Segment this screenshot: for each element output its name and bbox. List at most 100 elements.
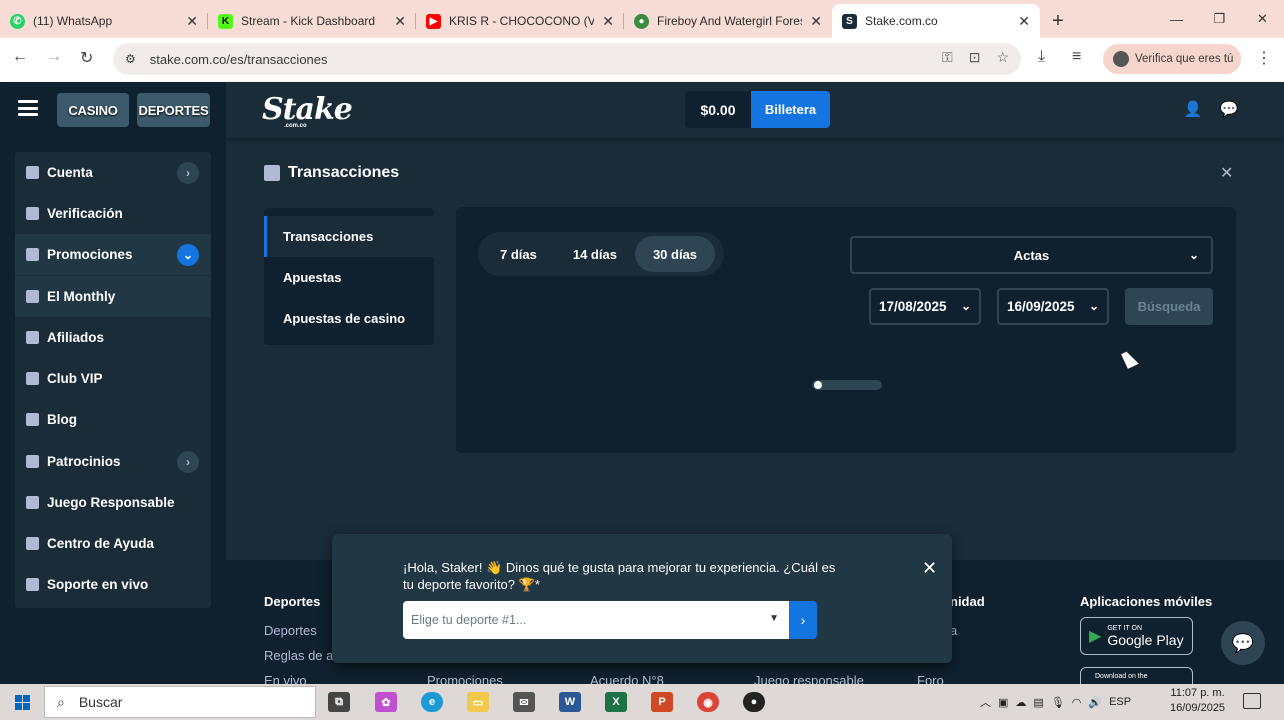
chevron-right-icon[interactable]: › bbox=[177, 162, 199, 184]
restore-icon[interactable]: ❐ bbox=[1198, 0, 1241, 38]
google-play-button[interactable]: ▶ GET IT ON Google Play bbox=[1080, 617, 1193, 655]
copilot-icon[interactable]: ✿ bbox=[375, 692, 397, 712]
user-icon[interactable]: 👤 bbox=[1184, 100, 1203, 118]
menu-dots-icon[interactable]: ⋮ bbox=[1256, 48, 1272, 68]
stake-logo[interactable]: Stake .com.co bbox=[262, 92, 353, 129]
mail-icon[interactable]: ✉ bbox=[513, 692, 535, 712]
tab-close-icon[interactable]: ✕ bbox=[394, 13, 406, 30]
date-to-picker[interactable]: 16/09/2025 ⌄ bbox=[997, 288, 1109, 325]
sidebar-header: CASINO DEPORTES bbox=[0, 82, 226, 138]
password-key-icon[interactable]: ⚿ bbox=[942, 49, 953, 66]
sidebar-item-centro-ayuda[interactable]: Centro de Ayuda bbox=[15, 523, 211, 564]
sidebar-item-soporte[interactable]: Soporte en vivo bbox=[15, 564, 211, 605]
sidebar-item-label: El Monthly bbox=[47, 289, 116, 304]
profile-verify-button[interactable]: Verifica que eres tú bbox=[1103, 44, 1241, 74]
sidebar-item-promociones[interactable]: Promociones ⌄ bbox=[15, 234, 211, 275]
excel-icon[interactable]: X bbox=[605, 692, 627, 712]
address-bar: ← → ↻ ⚙ stake.com.co/es/transacciones ⚿ … bbox=[0, 38, 1284, 82]
tab-stake[interactable]: S Stake.com.co ✕ bbox=[832, 4, 1040, 38]
download-icon[interactable]: ⤓ bbox=[1038, 48, 1045, 66]
sidebar-item-patrocinios[interactable]: Patrocinios › bbox=[15, 441, 211, 482]
tray-app-icon[interactable]: ▣ bbox=[998, 696, 1008, 709]
sidebar-item-label: Cuenta bbox=[47, 165, 93, 180]
filter-7-days[interactable]: 7 días bbox=[482, 236, 555, 272]
tab-fireboy[interactable]: ● Fireboy And Watergirl Fores ✕ bbox=[624, 4, 832, 38]
sidebar-item-club-vip[interactable]: Club VIP bbox=[15, 358, 211, 399]
task-view-icon[interactable]: ⧉ bbox=[328, 692, 350, 712]
sidebar-item-label: Promociones bbox=[47, 247, 133, 262]
submit-sport-button[interactable]: › bbox=[789, 601, 817, 639]
chrome-icon[interactable]: ◉ bbox=[697, 692, 719, 712]
media-queue-icon[interactable]: ≡ bbox=[1072, 48, 1081, 66]
date-from-picker[interactable]: 17/08/2025 ⌄ bbox=[869, 288, 981, 325]
transaction-type-select[interactable]: Actas ⌄ bbox=[850, 236, 1213, 274]
sidebar-item-afiliados[interactable]: Afiliados bbox=[15, 317, 211, 358]
onedrive-icon[interactable]: ☁ bbox=[1015, 696, 1026, 709]
tab-whatsapp[interactable]: ✆ (11) WhatsApp ✕ bbox=[0, 4, 208, 38]
tab-close-icon[interactable]: ✕ bbox=[186, 13, 198, 30]
sidebar-item-label: Juego Responsable bbox=[47, 495, 175, 510]
close-window-icon[interactable]: ✕ bbox=[1241, 0, 1284, 38]
submenu-apuestas[interactable]: Apuestas bbox=[264, 257, 434, 298]
network-icon[interactable]: ▤ bbox=[1033, 696, 1043, 709]
sidebar-item-juego-responsable[interactable]: Juego Responsable bbox=[15, 482, 211, 523]
microphone-icon[interactable]: 🎙 bbox=[1051, 696, 1065, 709]
tab-kick[interactable]: K Stream - Kick Dashboard ✕ bbox=[208, 4, 416, 38]
chevron-down-icon[interactable]: ⌄ bbox=[177, 244, 199, 266]
sports-button[interactable]: DEPORTES bbox=[137, 93, 210, 127]
tab-youtube[interactable]: ▶ KRIS R - CHOCOCONO (Vi ✕ bbox=[416, 4, 624, 38]
app-icon[interactable]: ● bbox=[743, 692, 765, 712]
casino-button[interactable]: CASINO bbox=[57, 93, 129, 127]
language-indicator[interactable]: ESP bbox=[1109, 696, 1131, 708]
bookmark-star-icon[interactable]: ☆ bbox=[996, 49, 1009, 66]
forward-icon[interactable]: → bbox=[46, 48, 62, 66]
submenu-apuestas-casino[interactable]: Apuestas de casino bbox=[264, 298, 434, 339]
chevron-up-icon[interactable]: ︿ bbox=[980, 694, 991, 710]
sidebar-item-verificacion[interactable]: Verificación bbox=[15, 193, 211, 234]
reload-icon[interactable]: ↻ bbox=[80, 48, 93, 68]
notification-icon[interactable] bbox=[1243, 693, 1261, 709]
filter-30-days[interactable]: 30 días bbox=[634, 236, 716, 272]
sport-select[interactable]: Elige tu deporte #1... ▼ bbox=[403, 601, 789, 639]
live-chat-button[interactable]: 💬 bbox=[1221, 621, 1265, 665]
tab-close-icon[interactable]: ✕ bbox=[1018, 13, 1030, 30]
footer-link[interactable]: Reglas de a bbox=[264, 648, 333, 663]
install-app-icon[interactable]: ⊡ bbox=[969, 49, 981, 66]
powerpoint-icon[interactable]: P bbox=[651, 692, 673, 712]
taskbar-search[interactable]: ⌕ Buscar bbox=[44, 686, 316, 718]
wifi-icon[interactable]: ◠ bbox=[1072, 696, 1082, 709]
word-icon[interactable]: W bbox=[559, 692, 581, 712]
chat-bubble-icon[interactable]: 💬 bbox=[1220, 100, 1239, 118]
balance-display[interactable]: $0.00 bbox=[685, 91, 751, 128]
submenu-transacciones[interactable]: Transacciones bbox=[264, 216, 434, 257]
wallet-button[interactable]: Billetera bbox=[751, 91, 830, 128]
sidebar-item-blog[interactable]: Blog bbox=[15, 399, 211, 440]
sport-select-placeholder: Elige tu deporte #1... bbox=[411, 613, 527, 627]
close-icon[interactable]: ✕ bbox=[1220, 163, 1233, 183]
omnibox[interactable]: ⚙ stake.com.co/es/transacciones ⚿ ⊡ ☆ bbox=[113, 43, 1021, 75]
site-settings-icon[interactable]: ⚙ bbox=[125, 52, 136, 66]
edge-icon[interactable]: e bbox=[421, 692, 443, 712]
sidebar-item-el-monthly[interactable]: El Monthly bbox=[15, 276, 211, 317]
sidebar-item-cuenta[interactable]: Cuenta › bbox=[15, 152, 211, 193]
start-button[interactable] bbox=[0, 684, 44, 720]
minimize-icon[interactable]: — bbox=[1155, 0, 1198, 38]
file-explorer-icon[interactable]: ▭ bbox=[467, 692, 489, 712]
clock[interactable]: 11:07 p. m. 16/09/2025 bbox=[1170, 686, 1225, 716]
filter-14-days[interactable]: 14 días bbox=[555, 236, 635, 272]
sidebar-item-label: Blog bbox=[47, 412, 77, 427]
tab-close-icon[interactable]: ✕ bbox=[602, 13, 614, 30]
hamburger-menu-icon[interactable] bbox=[18, 100, 38, 116]
date-from-value: 17/08/2025 bbox=[879, 299, 947, 314]
transactions-icon bbox=[264, 165, 280, 181]
profile-icon bbox=[1113, 51, 1129, 67]
tab-close-icon[interactable]: ✕ bbox=[810, 13, 822, 30]
footer-link[interactable]: Deportes bbox=[264, 623, 317, 638]
back-icon[interactable]: ← bbox=[12, 48, 28, 66]
new-tab-button[interactable]: + bbox=[1040, 4, 1076, 38]
volume-icon[interactable]: 🔊 bbox=[1088, 696, 1102, 709]
search-button[interactable]: Búsqueda bbox=[1125, 288, 1213, 325]
close-icon[interactable]: ✕ bbox=[922, 558, 937, 579]
chevron-right-icon[interactable]: › bbox=[177, 451, 199, 473]
user-icon bbox=[26, 166, 39, 179]
